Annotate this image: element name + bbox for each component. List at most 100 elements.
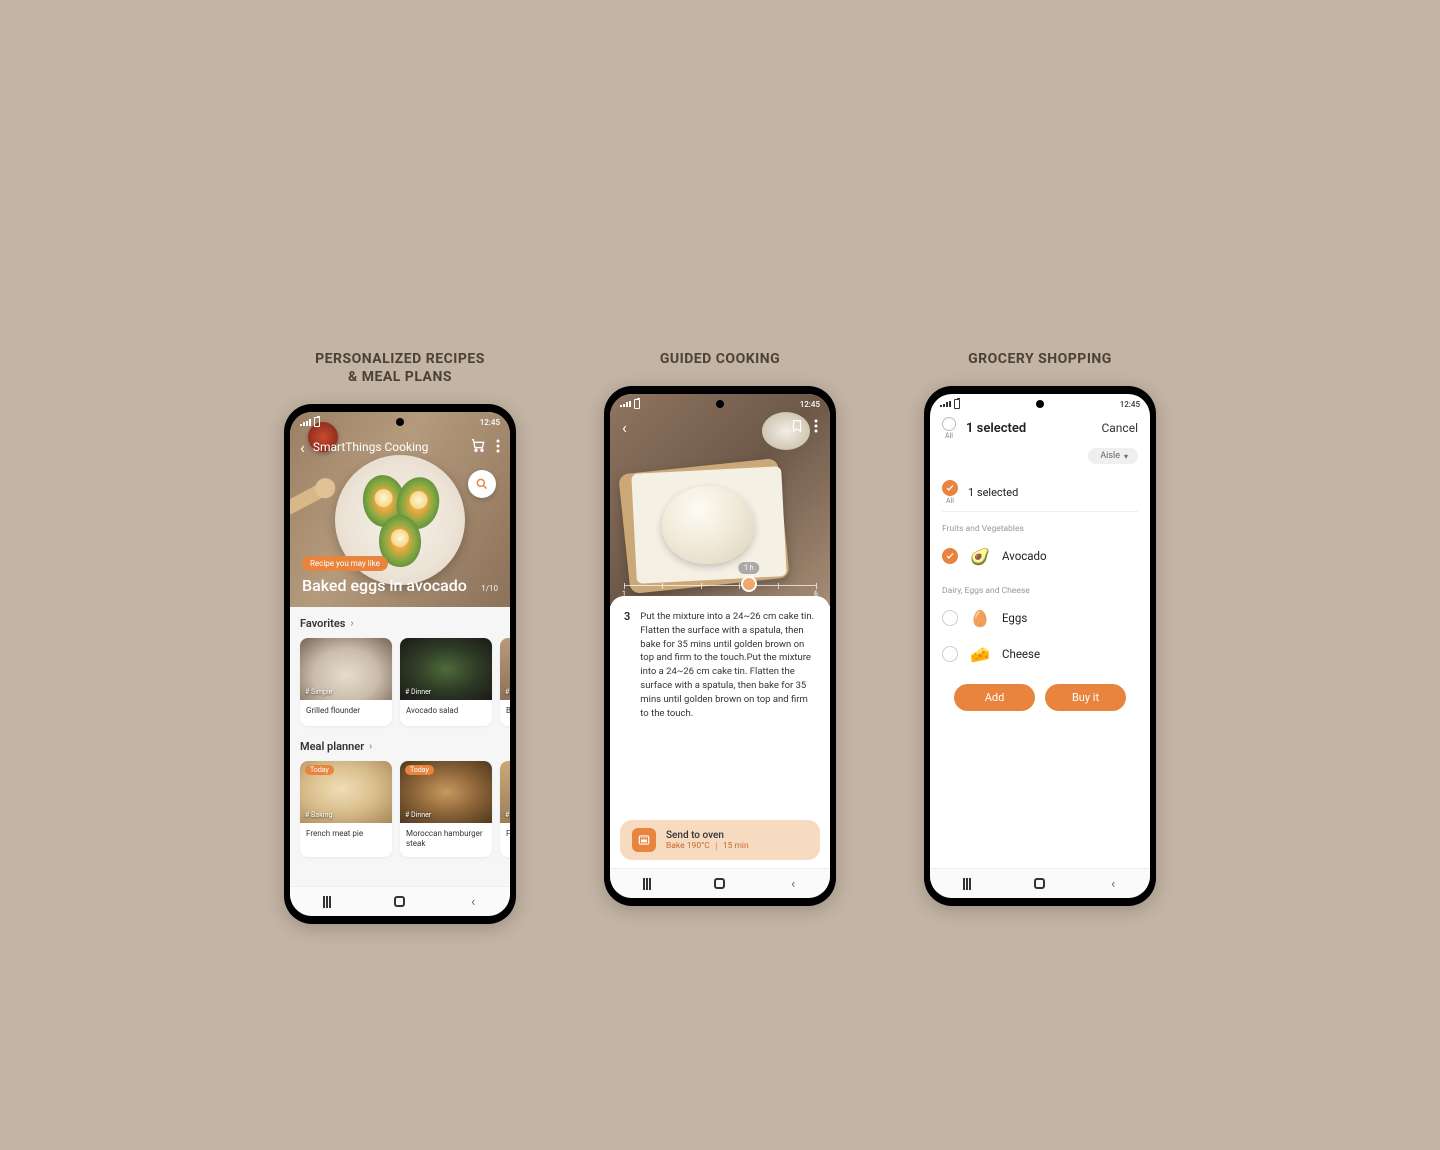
hero-decor bbox=[662, 486, 754, 564]
card-label: French meat pie bbox=[300, 823, 392, 849]
signal-icon bbox=[300, 419, 311, 426]
step-timeline[interactable]: 1 h 1 6 bbox=[624, 576, 816, 594]
grocery-item[interactable]: 🥚 Eggs bbox=[942, 600, 1138, 636]
home-button[interactable] bbox=[391, 893, 409, 911]
item-checkbox[interactable] bbox=[942, 646, 958, 662]
back-button[interactable]: ‹ bbox=[784, 875, 802, 893]
hero-decor bbox=[290, 481, 330, 517]
category-header: Fruits and Vegetables bbox=[942, 524, 1138, 534]
recipe-card[interactable]: Today # Dinner Moroccan hamburger steak bbox=[400, 761, 492, 857]
back-button[interactable]: ‹ bbox=[464, 893, 482, 911]
mealplanner-header[interactable]: Meal planner › bbox=[300, 740, 510, 753]
add-button[interactable]: Add bbox=[954, 684, 1035, 711]
column-title-grocery: GROCERY SHOPPING bbox=[968, 350, 1112, 368]
egg-icon: 🥚 bbox=[970, 608, 990, 628]
cooking-step: 3 Put the mixture into a 24~26 cm cake t… bbox=[610, 596, 830, 728]
cart-icon[interactable] bbox=[470, 437, 486, 457]
clock: 12:45 bbox=[480, 418, 500, 427]
battery-icon bbox=[634, 399, 640, 409]
signal-icon bbox=[940, 401, 951, 408]
step-hero-image: 12:45 ‹ bbox=[610, 394, 830, 606]
hero-counter: 1/10 bbox=[481, 584, 498, 593]
avocado-icon: 🥑 bbox=[970, 546, 990, 566]
card-tag: # B bbox=[505, 688, 510, 696]
send-time: 15 min bbox=[723, 841, 749, 851]
recipe-card[interactable]: # Dinner Avocado salad bbox=[400, 638, 492, 726]
step-number: 3 bbox=[624, 610, 630, 720]
selection-count: 1 selected bbox=[966, 421, 1091, 436]
select-all-label: All bbox=[946, 497, 954, 505]
select-all-toggle[interactable]: All bbox=[942, 480, 958, 505]
aisle-dropdown[interactable]: Aisle ▾ bbox=[1088, 448, 1138, 464]
today-badge: Today bbox=[405, 765, 434, 775]
timeline-duration-badge: 1 h bbox=[738, 562, 760, 574]
chevron-down-icon: ▾ bbox=[1124, 452, 1128, 461]
android-nav-bar: ‹ bbox=[290, 886, 510, 916]
recipe-card[interactable]: # Simple Grilled flounder bbox=[300, 638, 392, 726]
battery-icon bbox=[954, 399, 960, 409]
aisle-label: Aisle bbox=[1100, 451, 1120, 461]
card-label: Moroccan hamburger steak bbox=[400, 823, 492, 857]
back-button[interactable]: ‹ bbox=[300, 438, 305, 457]
cancel-button[interactable]: Cancel bbox=[1101, 421, 1138, 435]
step-text: Put the mixture into a 24~26 cm cake tin… bbox=[640, 610, 816, 720]
column-title-cooking: GUIDED COOKING bbox=[660, 350, 780, 368]
mealplanner-label: Meal planner bbox=[300, 740, 364, 753]
chevron-right-icon: › bbox=[369, 741, 372, 752]
recipe-card[interactable]: Today # Baking French meat pie bbox=[300, 761, 392, 857]
more-icon[interactable] bbox=[814, 418, 818, 437]
phone-recipes: 12:45 ‹ SmartThings Cooking bbox=[284, 404, 516, 924]
recents-button[interactable] bbox=[958, 875, 976, 893]
buy-button[interactable]: Buy it bbox=[1045, 684, 1126, 711]
selection-count: 1 selected bbox=[968, 486, 1018, 499]
card-tag: # Simple bbox=[305, 688, 332, 696]
favorites-label: Favorites bbox=[300, 617, 345, 630]
cheese-icon: 🧀 bbox=[970, 644, 990, 664]
clock: 12:45 bbox=[1120, 400, 1140, 409]
select-all-label: All bbox=[945, 432, 953, 440]
search-button[interactable] bbox=[468, 470, 496, 498]
home-button[interactable] bbox=[711, 875, 729, 893]
send-to-oven-button[interactable]: Send to oven Bake 190°C 15 min bbox=[620, 820, 820, 860]
camera-hole bbox=[716, 400, 724, 408]
home-button[interactable] bbox=[1031, 875, 1049, 893]
back-button[interactable]: ‹ bbox=[622, 418, 627, 437]
recipe-chip: Recipe you may like bbox=[302, 556, 388, 571]
card-tag: # Dinner bbox=[405, 811, 431, 819]
today-badge: Today bbox=[305, 765, 334, 775]
camera-hole bbox=[1036, 400, 1044, 408]
item-name: Cheese bbox=[1002, 647, 1040, 661]
category-header: Dairy, Eggs and Cheese bbox=[942, 586, 1138, 596]
card-label: Avocado salad bbox=[400, 700, 492, 726]
timeline-handle[interactable] bbox=[741, 576, 757, 592]
more-icon[interactable] bbox=[496, 438, 500, 457]
phone-cooking: 12:45 ‹ bbox=[604, 386, 836, 906]
card-tag: # B bbox=[505, 811, 510, 819]
app-title: SmartThings Cooking bbox=[313, 440, 460, 454]
bookmark-icon[interactable] bbox=[790, 418, 804, 437]
recipe-card[interactable]: # B Bac bbox=[500, 638, 510, 726]
hero-recipe-title: Baked eggs in avocado bbox=[302, 576, 467, 595]
favorites-header[interactable]: Favorites › bbox=[300, 617, 510, 630]
clock: 12:45 bbox=[800, 400, 820, 409]
recents-button[interactable] bbox=[318, 893, 336, 911]
send-title: Send to oven bbox=[666, 830, 749, 841]
android-nav-bar: ‹ bbox=[610, 868, 830, 898]
recipe-card[interactable]: # B Fren bbox=[500, 761, 510, 857]
android-nav-bar: ‹ bbox=[930, 868, 1150, 898]
column-title-recipes: PERSONALIZED RECIPES & MEAL PLANS bbox=[315, 350, 485, 386]
select-all-toggle[interactable]: All bbox=[942, 417, 956, 440]
card-label: Grilled flounder bbox=[300, 700, 392, 726]
phone-grocery: 12:45 All 1 selected Cancel Aisle ▾ bbox=[924, 386, 1156, 906]
battery-icon bbox=[314, 417, 320, 427]
grocery-item[interactable]: 🧀 Cheese bbox=[942, 636, 1138, 672]
send-temp: Bake 190°C bbox=[666, 841, 710, 851]
item-checkbox[interactable] bbox=[942, 610, 958, 626]
grocery-item[interactable]: 🥑 Avocado bbox=[942, 538, 1138, 574]
card-tag: # Baking bbox=[305, 811, 332, 819]
back-button[interactable]: ‹ bbox=[1104, 875, 1122, 893]
item-checkbox[interactable] bbox=[942, 548, 958, 564]
card-label: Bac bbox=[500, 700, 510, 726]
hero-recipe-image[interactable]: 12:45 ‹ SmartThings Cooking bbox=[290, 412, 510, 607]
recents-button[interactable] bbox=[638, 875, 656, 893]
